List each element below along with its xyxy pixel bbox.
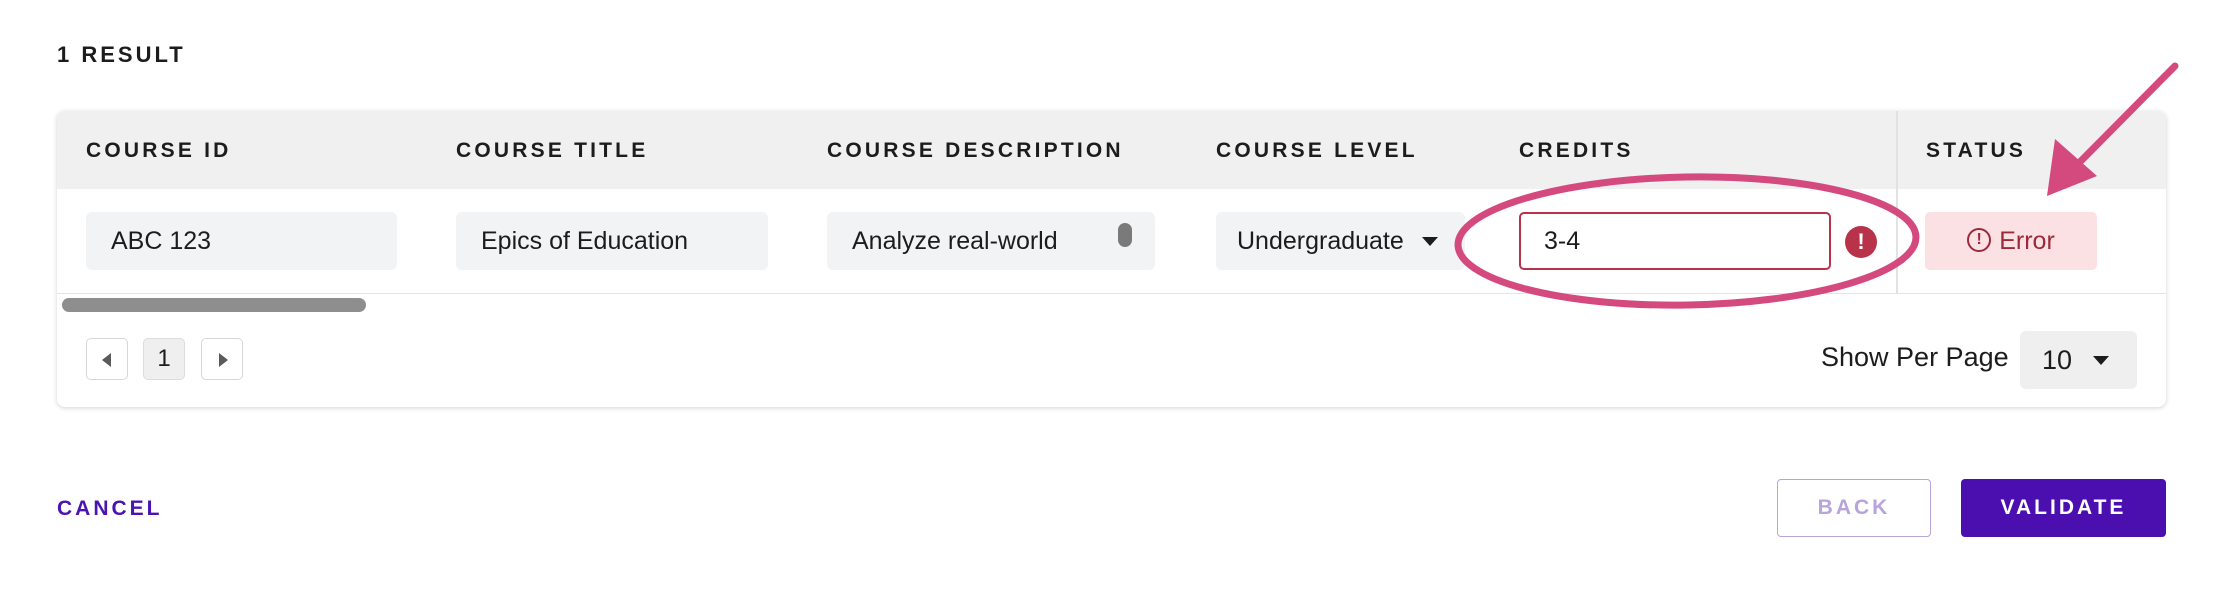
column-header-course-description: COURSE DESCRIPTION [827,139,1124,162]
page-number-current[interactable]: 1 [143,338,185,380]
chevron-right-icon [219,353,228,367]
result-count: 1 RESULT [57,42,186,67]
course-title-field[interactable]: Epics of Education [456,212,768,270]
per-page-label: Show Per Page [1821,342,2009,372]
course-level-value: Undergraduate [1237,227,1404,255]
status-column-divider [1896,111,1898,293]
per-page-value: 10 [2042,345,2073,375]
per-page-caret-down-icon [2093,356,2109,365]
table-header-row: COURSE ID COURSE TITLE COURSE DESCRIPTIO… [57,111,2166,189]
previous-page-button[interactable] [86,338,128,380]
description-scroll-thumb[interactable] [1118,223,1132,247]
column-header-course-id: COURSE ID [86,139,232,162]
cancel-link[interactable]: CANCEL [57,497,163,521]
horizontal-scrollbar-thumb[interactable] [62,298,366,312]
column-header-course-level: COURSE LEVEL [1216,139,1418,162]
column-header-credits: CREDITS [1519,139,1634,162]
course-description-field[interactable]: Analyze real-world [827,212,1155,270]
per-page-select[interactable]: 10 [2020,331,2137,389]
exclamation-circle-icon: ! [1845,226,1877,258]
course-description-text: Analyze real-world [852,227,1058,255]
back-button[interactable]: BACK [1777,479,1931,537]
validate-button[interactable]: VALIDATE [1961,479,2166,537]
chevron-left-icon [102,353,111,367]
results-table-card: COURSE ID COURSE TITLE COURSE DESCRIPTIO… [57,111,2166,407]
credits-field[interactable]: 3-4 [1519,212,1831,270]
course-id-field[interactable]: ABC 123 [86,212,397,270]
column-header-course-title: COURSE TITLE [456,139,649,162]
caret-down-icon [1422,237,1438,246]
column-header-status: STATUS [1926,139,2027,162]
status-text: Error [1999,227,2055,255]
exclamation-circle-outline-icon: ! [1967,228,1992,253]
next-page-button[interactable] [201,338,243,380]
status-badge: ! Error [1925,212,2097,270]
row-divider [57,293,2166,294]
